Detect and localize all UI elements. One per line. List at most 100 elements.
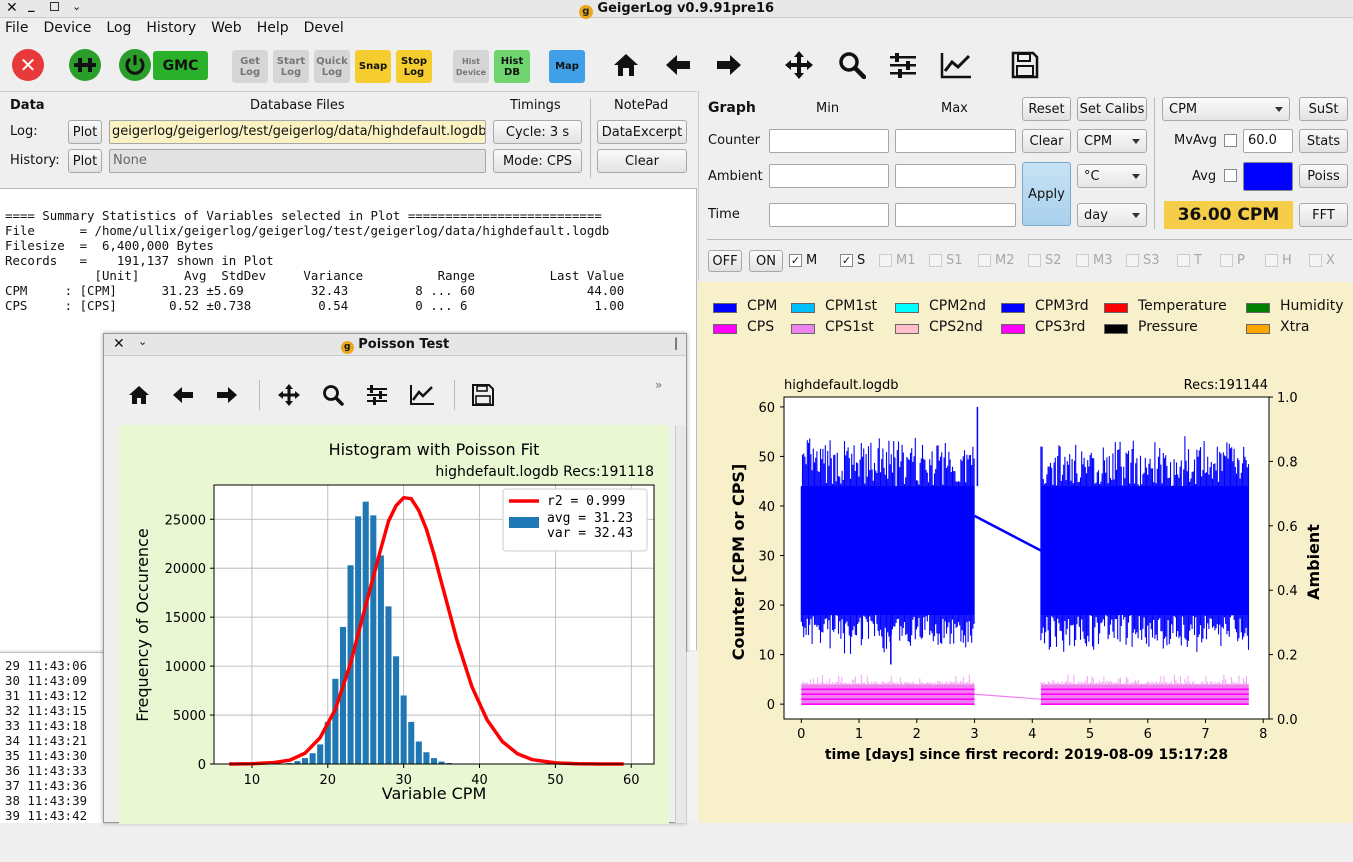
y-tick-label: 0 [767,698,775,713]
mode-button[interactable]: Mode: CPS [493,149,582,173]
y-tick-label: 60 [758,401,775,416]
checkbox-m3[interactable] [1076,254,1089,267]
plot-history-button[interactable]: Plot [68,149,102,173]
sust-button[interactable]: SuSt [1299,97,1348,121]
data-panel: Data Database Files Timings NotePad Log:… [0,91,697,187]
pan-icon[interactable] [276,382,302,408]
checkbox-s2[interactable] [1028,254,1041,267]
checkbox-m[interactable]: ✓ [789,254,802,267]
history-file-field[interactable]: None [109,149,486,173]
chart-subtitle: Recs:191144 [1184,378,1268,393]
avg-color-swatch[interactable] [1243,162,1293,191]
counter-min-input[interactable] [769,129,889,153]
on-button[interactable]: ON [749,250,783,272]
arrow-right-icon[interactable] [713,49,745,81]
mvavg-checkbox[interactable] [1224,134,1237,147]
toolbar-start-log-button[interactable]: StartLog [273,50,309,83]
min-label: Min [816,101,839,116]
checkbox-p[interactable] [1220,254,1233,267]
time-max-input[interactable] [895,203,1016,227]
arrow-left-icon[interactable] [662,49,694,81]
apply-button[interactable]: Apply [1022,162,1071,226]
maximize-window-icon[interactable]: | [674,336,678,350]
poiss-button[interactable]: Poiss [1299,164,1348,188]
more-icon[interactable]: » [655,378,662,392]
ambient-max-input[interactable] [895,164,1016,188]
checkbox-s[interactable]: ✓ [840,254,853,267]
checkbox-h[interactable] [1265,254,1278,267]
ambient-unit-select[interactable]: °C [1077,164,1147,188]
menu-item-help[interactable]: Help [257,20,289,36]
scrollbar[interactable] [686,652,697,823]
menu-item-device[interactable]: Device [43,20,91,36]
zoom-icon[interactable] [836,49,868,81]
edit-curve-icon[interactable] [408,382,436,408]
gmc-device-button[interactable]: GMC [153,51,208,80]
set-calibs-button[interactable]: Set Calibs [1077,97,1147,121]
stats-button[interactable]: Stats [1299,129,1348,153]
fft-button[interactable]: FFT [1299,203,1348,227]
notepad-clear-button[interactable]: Clear [597,149,687,173]
menu-item-log[interactable]: Log [106,20,131,36]
cycle-button[interactable]: Cycle: 3 s [493,120,582,144]
x-tick-label: 3 [970,727,978,742]
checkbox-m1[interactable] [879,254,892,267]
configure-icon[interactable] [364,382,390,408]
save-icon[interactable] [470,382,496,408]
zoom-icon[interactable] [320,382,346,408]
avg-checkbox[interactable] [1224,169,1237,182]
x-tick-label: 0 [797,727,805,742]
menu-item-file[interactable]: File [5,20,28,36]
separator [1154,97,1155,229]
counter-unit-select[interactable]: CPM [1077,129,1147,153]
time-min-input[interactable] [769,203,889,227]
legend-swatch [713,303,737,313]
home-icon[interactable] [610,49,642,81]
checkbox-t[interactable] [1177,254,1190,267]
power-icon[interactable] [119,49,151,81]
toolbar-stop-log-button[interactable]: StopLog [396,50,432,83]
poisson-title: Poisson Test [358,337,449,352]
off-button[interactable]: OFF [708,250,742,272]
checkbox-m2[interactable] [978,254,991,267]
histogram-chart[interactable]: 1020304050600500010000150002000025000His… [119,425,669,824]
menu-item-devel[interactable]: Devel [304,20,344,36]
reset-button[interactable]: Reset [1022,97,1071,121]
scrollbar[interactable] [675,425,686,823]
toolbar-hist-db-button[interactable]: HistDB [494,50,530,83]
configure-icon[interactable] [887,49,919,81]
toolbar-quick-log-button[interactable]: QuickLog [314,50,350,83]
arrow-right-icon[interactable] [214,382,240,408]
counter-max-input[interactable] [895,129,1016,153]
toolbar-hist-device-button[interactable]: HistDevice [453,50,489,83]
separator [590,98,591,178]
mvavg-input[interactable]: 60.0 [1243,129,1293,153]
home-icon[interactable] [126,382,152,408]
checkbox-s1[interactable] [929,254,942,267]
data-excerpt-button[interactable]: DataExcerpt [597,120,687,144]
save-icon[interactable] [1009,49,1041,81]
main-chart[interactable]: 01234567801020304050600.00.20.40.60.81.0… [698,362,1353,862]
toolbar-get-log-button[interactable]: GetLog [232,50,268,83]
menu-item-web[interactable]: Web [211,20,242,36]
edit-curve-icon[interactable] [939,49,973,81]
toolbar-snap-button[interactable]: Snap [355,50,391,83]
plot-log-button[interactable]: Plot [68,120,102,144]
ambient-min-input[interactable] [769,164,889,188]
log-file-field[interactable]: geigerlog/geigerlog/test/geigerlog/data/… [109,120,486,144]
menu-item-history[interactable]: History [146,20,196,36]
chevron-down-icon [1132,139,1140,144]
exit-button[interactable]: ✕ [12,49,44,81]
checkbox-s3[interactable] [1126,254,1139,267]
button-label: Log [404,67,424,78]
time-unit-select[interactable]: day [1077,203,1147,227]
x-tick-label: 6 [1144,727,1152,742]
y2-tick-label: 0.4 [1277,584,1298,599]
connect-button[interactable] [69,49,101,81]
arrow-left-icon[interactable] [170,382,196,408]
toolbar-map-button[interactable]: Map [549,50,585,83]
graph-clear-button[interactable]: Clear [1022,129,1071,153]
checkbox-x[interactable] [1309,254,1322,267]
pan-icon[interactable] [783,49,815,81]
variable-select[interactable]: CPM [1162,97,1290,121]
